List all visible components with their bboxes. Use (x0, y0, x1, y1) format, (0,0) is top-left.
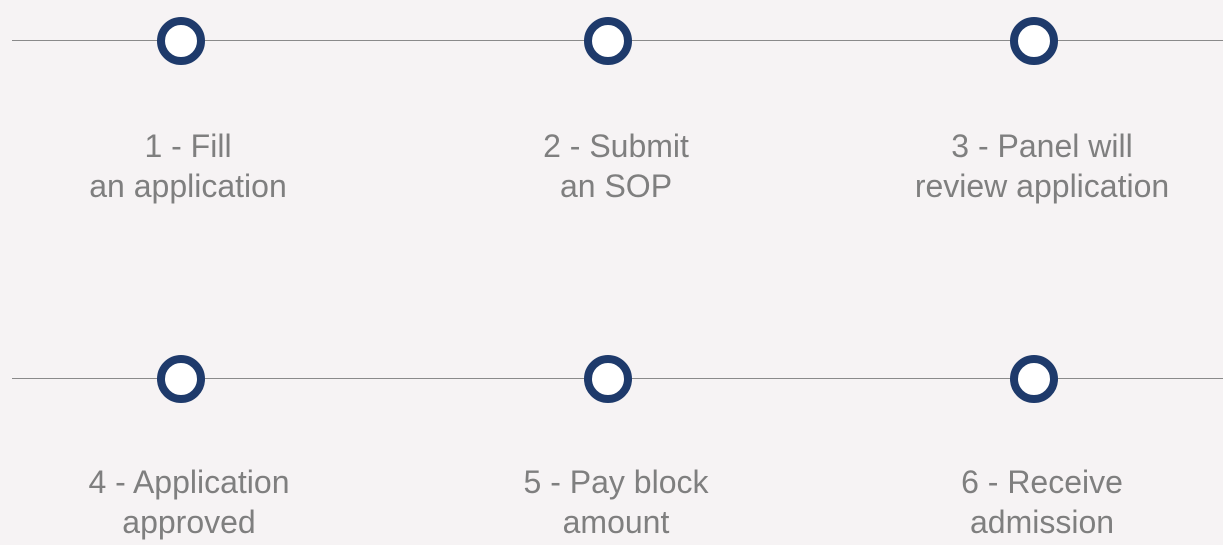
step-3-marker-icon (1010, 17, 1058, 65)
step-2-label-line-1: 2 - Submit (543, 128, 689, 164)
step-5-label-line-2: amount (562, 504, 670, 540)
step-4-label: 4 - Application approved (19, 462, 359, 542)
step-1-label: 1 - Fill an application (18, 126, 358, 206)
step-4-marker-icon (157, 355, 205, 403)
step-5-label: 5 - Pay block amount (446, 462, 786, 542)
step-6-marker-icon (1010, 355, 1058, 403)
step-6-label-line-2: admission (969, 504, 1115, 540)
step-3-label-line-1: 3 - Panel will (951, 128, 1133, 164)
step-3-label: 3 - Panel will review application (872, 126, 1212, 206)
step-1-marker-icon (157, 17, 205, 65)
step-4-label-line-2: approved (122, 504, 256, 540)
step-3-label-line-2: review application (914, 168, 1170, 204)
step-5-label-line-1: 5 - Pay block (523, 464, 709, 500)
step-4-label-line-1: 4 - Application (88, 464, 290, 500)
timeline-row-2: 4 - Application approved 5 - Pay block a… (0, 338, 1223, 540)
step-6-label: 6 - Receive admission (872, 462, 1212, 542)
step-5-marker-icon (584, 355, 632, 403)
step-1-label-line-1: 1 - Fill (144, 128, 232, 164)
step-2-marker-icon (584, 17, 632, 65)
step-2-label: 2 - Submit an SOP (446, 126, 786, 206)
step-6-label-line-1: 6 - Receive (961, 464, 1123, 500)
step-1-label-line-2: an application (89, 168, 287, 204)
timeline-row-1: 1 - Fill an application 2 - Submit an SO… (0, 0, 1223, 204)
step-2-label-line-2: an SOP (559, 168, 673, 204)
